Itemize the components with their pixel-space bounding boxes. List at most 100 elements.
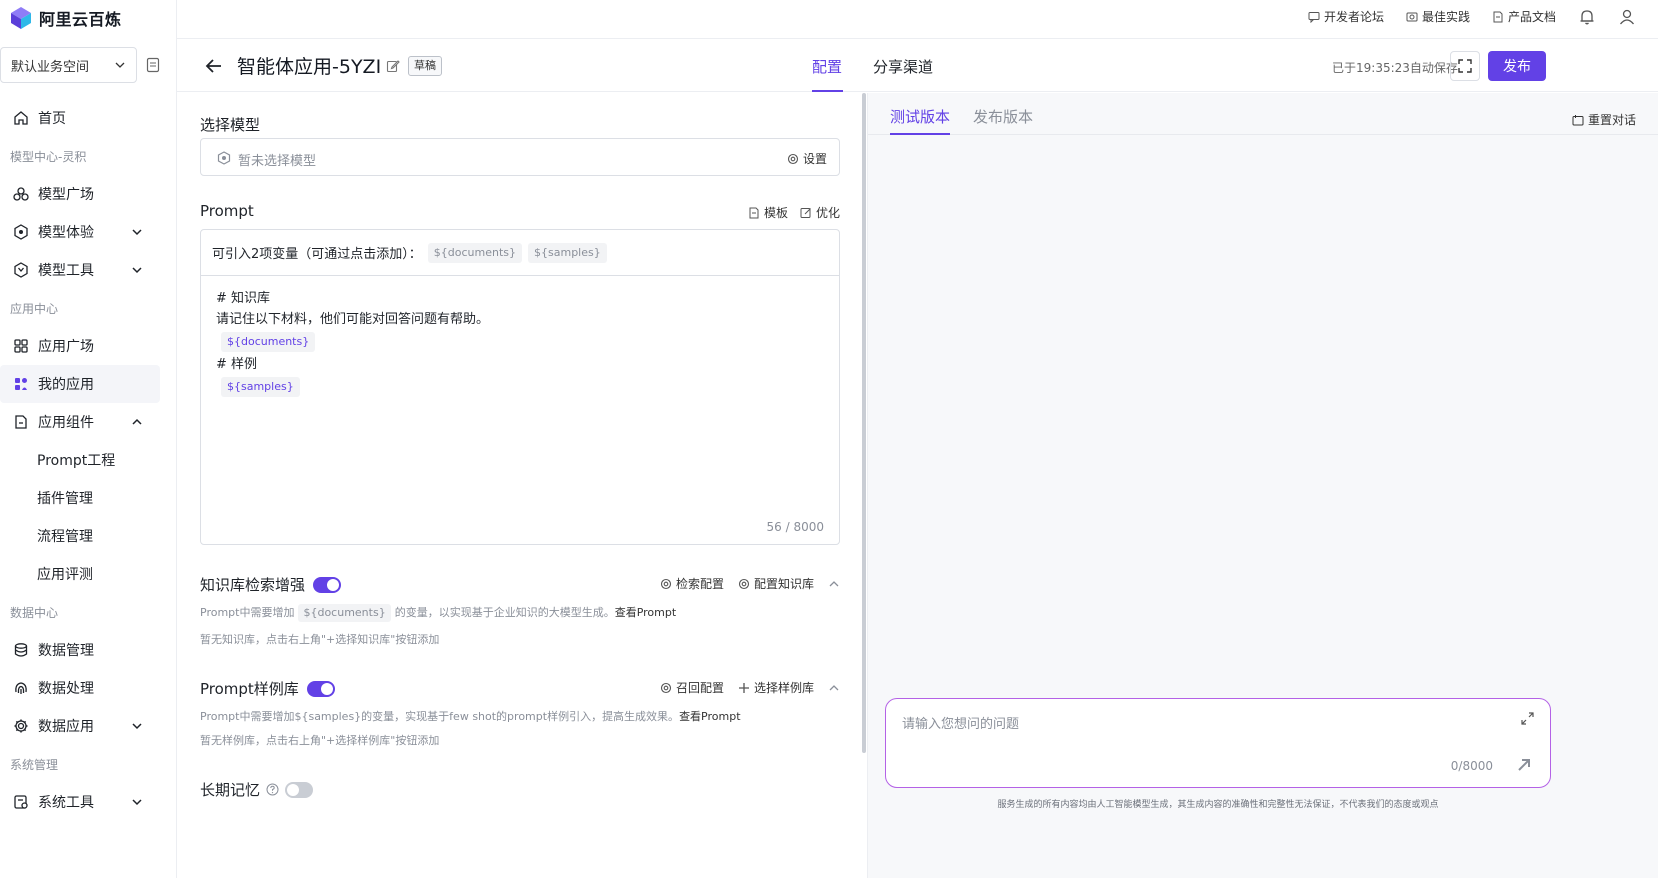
sidebar-item-data-processing[interactable]: 数据处理 — [0, 669, 160, 707]
edit-icon[interactable] — [386, 59, 400, 73]
logo-icon — [11, 7, 31, 29]
sidebar-item-system-tools[interactable]: 系统工具 — [0, 783, 160, 821]
status-badge: 草稿 — [408, 56, 442, 76]
samples-toggle[interactable] — [306, 680, 335, 697]
tab-share-channels[interactable]: 分享渠道 — [873, 56, 933, 77]
optimize-icon — [800, 207, 811, 218]
sidebar-item-app-evaluation[interactable]: 应用评测 — [0, 555, 177, 593]
sidebar-item-my-apps[interactable]: 我的应用 — [0, 365, 160, 403]
my-apps-icon — [12, 375, 30, 393]
sidebar-item-label: 应用组件 — [38, 415, 94, 431]
kb-title: 知识库检索增强 — [200, 576, 306, 594]
sidebar-item-label: 模型体验 — [38, 225, 94, 241]
kb-view-prompt-link[interactable]: 查看Prompt — [615, 606, 676, 619]
sidebar-item-label: 数据应用 — [38, 719, 94, 735]
kb-desc-post: 的变量，以实现基于企业知识的大模型生成。 — [394, 606, 615, 619]
variable-chip-samples[interactable]: ${samples} — [528, 242, 607, 263]
disclaimer-text: 服务生成的所有内容均由人工智能模型生成，其生成内容的准确性和完整性无法保证，不代… — [997, 800, 1439, 810]
sidebar-item-model-experience[interactable]: 模型体验 — [0, 213, 160, 251]
group-label-data-center: 数据中心 — [10, 605, 59, 620]
optimize-button[interactable]: 优化 — [800, 204, 840, 221]
sidebar-item-data-management[interactable]: 数据管理 — [0, 631, 160, 669]
select-sample-lib-button[interactable]: 选择样例库 — [738, 679, 814, 696]
sidebar-item-plugin-management[interactable]: 插件管理 — [0, 479, 177, 517]
kb-desc-chip: ${documents} — [298, 604, 391, 622]
product-docs-link-label: 产品文档 — [1507, 10, 1556, 24]
sidebar-item-model-square[interactable]: 模型广场 — [0, 175, 160, 213]
model-tools-icon — [12, 261, 30, 279]
group-label-model-center: 模型中心-灵积 — [10, 149, 87, 164]
forum-link[interactable]: 开发者论坛 — [1308, 8, 1384, 25]
sidebar-item-home[interactable]: 首页 — [0, 99, 160, 137]
chat-placeholder: 请输入您想问的问题 — [902, 717, 1020, 732]
tab-published-version[interactable]: 发布版本 — [973, 106, 1033, 127]
document-icon[interactable] — [146, 57, 160, 73]
publish-button[interactable]: 发布 — [1488, 51, 1546, 81]
sidebar-item-data-apps[interactable]: 数据应用 — [0, 707, 160, 745]
sidebar-item-flow-management[interactable]: 流程管理 — [0, 517, 177, 555]
variable-row: 可引入2项变量（可通过点击添加）： ${documents} ${samples… — [201, 230, 839, 276]
settings-icon — [660, 578, 672, 589]
samples-desc-text: Prompt中需要增加${samples}的变量，实现基于few shot的pr… — [200, 710, 680, 723]
home-icon — [12, 109, 30, 127]
kb-toggle[interactable] — [313, 576, 342, 593]
model-icon — [217, 151, 231, 165]
sidebar-item-label: 模型工具 — [38, 263, 94, 279]
template-button[interactable]: 模板 — [748, 204, 788, 221]
workspace-select[interactable]: 默认业务空间 — [0, 47, 137, 83]
expand-icon[interactable] — [1521, 712, 1534, 725]
chevron-up-icon[interactable] — [828, 578, 840, 590]
help-icon[interactable] — [266, 783, 279, 796]
model-settings-button[interactable]: 设置 — [787, 150, 827, 167]
tab-active-indicator — [890, 133, 950, 135]
kb-section: 知识库检索增强 — [200, 574, 342, 595]
prompt-text[interactable]: # 知识库 请记住以下材料，他们可能对回答问题有帮助。 ${documents}… — [216, 288, 489, 399]
variable-hint: 可引入2项变量（可通过点击添加）： — [212, 247, 422, 262]
product-docs-link[interactable]: 产品文档 — [1492, 8, 1556, 25]
sidebar-item-app-square[interactable]: 应用广场 — [0, 327, 160, 365]
retrieval-config-button[interactable]: 检索配置 — [660, 575, 724, 592]
top-bar: 开发者论坛 最佳实践 产品文档 — [177, 0, 1658, 33]
config-panel: 选择模型 暂未选择模型 设置 Prompt 模板 优化 可引入2项变量（可通过点… — [177, 93, 863, 878]
variable-chip-documents[interactable]: ${documents} — [427, 242, 523, 263]
logo[interactable]: 阿里云百炼 — [9, 6, 122, 30]
arrow-left-icon[interactable] — [204, 56, 224, 76]
kb-description: Prompt中需要增加 ${documents} 的变量，以实现基于企业知识的大模型… — [200, 604, 676, 622]
sidebar-item-prompt-engineering[interactable]: Prompt工程 — [0, 441, 177, 479]
model-settings-label: 设置 — [802, 152, 827, 166]
send-icon[interactable] — [1516, 757, 1532, 773]
model-select[interactable]: 暂未选择模型 设置 — [200, 138, 840, 176]
kb-config-button[interactable]: 配置知识库 — [738, 575, 814, 592]
chat-input[interactable]: 请输入您想问的问题 0/8000 — [885, 698, 1551, 788]
model-square-icon — [12, 185, 30, 203]
sidebar-item-app-components[interactable]: 应用组件 — [0, 403, 160, 441]
preview-panel: 测试版本 发布版本 重置对话 请输入您想问的问题 0/8000 服务生成的所有内… — [868, 93, 1658, 878]
reset-chat-button[interactable]: 重置对话 — [1572, 111, 1636, 128]
page-title: 智能体应用-5YZI — [237, 56, 382, 78]
recall-config-button[interactable]: 召回配置 — [660, 679, 724, 696]
prompt-line: 请记住以下材料，他们可能对回答问题有帮助。 — [216, 312, 490, 327]
sidebar-item-label: 系统工具 — [38, 795, 94, 811]
prompt-editor[interactable]: 可引入2项变量（可通过点击添加）： ${documents} ${samples… — [200, 229, 840, 545]
sidebar-item-model-tools[interactable]: 模型工具 — [0, 251, 160, 289]
fullscreen-icon — [1458, 59, 1472, 73]
template-icon — [749, 207, 759, 218]
samples-view-prompt-link[interactable]: 查看Prompt — [679, 710, 740, 723]
chevron-up-icon — [132, 418, 142, 425]
chevron-up-icon[interactable] — [828, 682, 840, 694]
settings-icon — [787, 153, 799, 164]
best-practice-link[interactable]: 最佳实践 — [1406, 8, 1470, 25]
samples-actions: 召回配置 选择样例库 — [660, 679, 840, 696]
bell-icon[interactable] — [1578, 8, 1596, 26]
tab-config[interactable]: 配置 — [812, 56, 842, 77]
app-header: 智能体应用-5YZI 草稿 配置 分享渠道 已于19:35:23自动保存 发布 — [177, 38, 1658, 92]
memory-toggle[interactable] — [285, 781, 314, 798]
user-icon[interactable] — [1618, 8, 1636, 26]
fullscreen-button[interactable] — [1450, 51, 1480, 81]
best-practice-link-label: 最佳实践 — [1421, 10, 1470, 24]
fingerprint-icon — [12, 679, 30, 697]
model-section-title: 选择模型 — [200, 116, 261, 134]
workspace-label: 默认业务空间 — [11, 59, 90, 75]
config-scrollbar[interactable] — [862, 93, 866, 753]
tab-test-version[interactable]: 测试版本 — [890, 106, 950, 127]
